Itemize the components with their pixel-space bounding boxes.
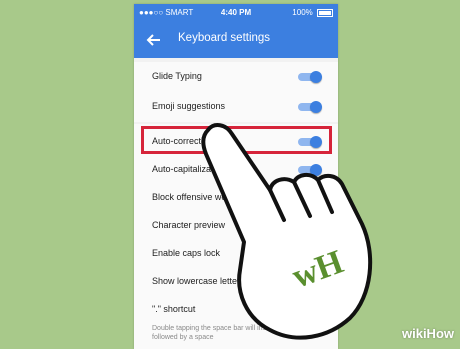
setting-label: "." shortcut <box>152 304 196 314</box>
status-bar: ●●●○○ SMART 4:40 PM 100% <box>134 4 338 22</box>
battery-status: 100% <box>292 4 333 22</box>
setting-label: Emoji suggestions <box>152 101 226 111</box>
battery-icon <box>317 8 333 17</box>
setting-label: Glide Typing <box>152 71 202 81</box>
setting-row-glide-typing[interactable]: Glide Typing <box>134 62 338 92</box>
back-arrow-icon[interactable] <box>144 31 164 49</box>
setting-row-emoji-suggestions[interactable]: Emoji suggestions <box>134 92 338 122</box>
app-bar: Keyboard settings <box>134 22 338 58</box>
pointing-hand-icon: wH <box>201 123 373 340</box>
page-title: Keyboard settings <box>178 32 271 44</box>
toggle-thumb <box>310 71 322 83</box>
wikihow-watermark: wikiHow <box>401 326 454 341</box>
emoji-suggestions-toggle[interactable] <box>298 101 322 113</box>
battery-percent: 100% <box>292 8 313 17</box>
settings-group-general: Glide Typing Emoji suggestions <box>134 62 338 122</box>
toggle-thumb <box>310 101 322 113</box>
glide-typing-toggle[interactable] <box>298 71 322 83</box>
